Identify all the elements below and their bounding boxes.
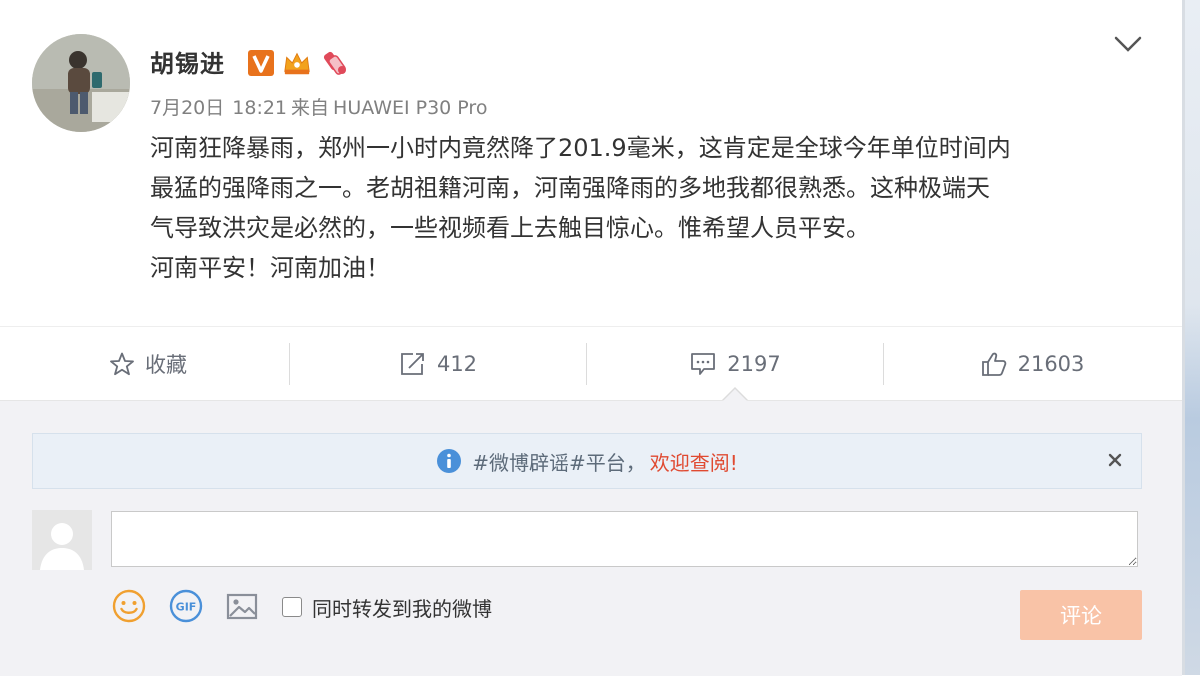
chevron-down-icon[interactable] bbox=[1112, 30, 1144, 58]
forward-to-my-weibo-option[interactable]: 同时转发到我的微博 bbox=[282, 592, 492, 622]
post-date[interactable]: 7月20日 bbox=[150, 97, 224, 119]
emoji-icon[interactable] bbox=[111, 588, 147, 624]
image-icon[interactable] bbox=[224, 588, 260, 624]
post-source[interactable]: HUAWEI P30 Pro bbox=[333, 97, 487, 119]
comment-icon bbox=[691, 353, 716, 375]
repost-icon bbox=[401, 353, 424, 375]
favorite-button[interactable]: 收藏 bbox=[0, 327, 296, 401]
thumbs-up-icon bbox=[981, 352, 1006, 376]
star-icon bbox=[110, 352, 134, 376]
weibo-post-card: 胡锡进 7月20日 18:21 来自 HUAWEI P30 Pro 河南狂降暴雨，郑州… bbox=[0, 0, 1182, 676]
page-background-strip bbox=[1182, 0, 1200, 675]
rumor-notice-banner: #微博辟谣#平台， 欢迎查阅! bbox=[32, 433, 1142, 489]
info-icon bbox=[437, 449, 462, 473]
post-content-line: 河南平安！河南加油！ bbox=[150, 254, 390, 282]
author-avatar[interactable] bbox=[32, 34, 130, 132]
notice-content: #微博辟谣#平台， 欢迎查阅! bbox=[33, 434, 1141, 488]
submit-comment-button[interactable]: 评论 bbox=[1020, 590, 1142, 640]
source-prefix: 来自 bbox=[291, 97, 330, 119]
notice-link[interactable]: 欢迎查阅! bbox=[650, 447, 738, 476]
repost-count: 412 bbox=[436, 352, 478, 376]
post-meta: 7月20日 18:21 来自 HUAWEI P30 Pro bbox=[150, 93, 495, 120]
comment-input[interactable] bbox=[111, 511, 1138, 567]
member-crown-icon[interactable] bbox=[282, 48, 312, 78]
post-content-line: 气导致洪灾是必然的，一些视频看上去触目惊心。惟希望人员平安。 bbox=[150, 214, 870, 242]
comment-count: 2197 bbox=[727, 352, 781, 376]
current-user-avatar bbox=[32, 510, 92, 570]
medal-badge-icon[interactable] bbox=[320, 48, 350, 78]
post-content: 河南狂降暴雨，郑州一小时内竟然降了201.9毫米，这肯定是全球今年单位时间内 最… bbox=[150, 128, 1150, 288]
author-name[interactable]: 胡锡进 bbox=[150, 44, 225, 79]
action-bar: 收藏 412 2197 21603 bbox=[0, 326, 1182, 401]
like-count: 21603 bbox=[1017, 352, 1085, 376]
verified-v-icon[interactable] bbox=[246, 48, 276, 78]
post-time[interactable]: 18:21 bbox=[232, 97, 287, 119]
post-content-line: 最猛的强降雨之一。老胡祖籍河南，河南强降雨的多地我都很熟悉。这种极端天 bbox=[150, 174, 990, 202]
panel-pointer-fill bbox=[723, 389, 747, 401]
post-content-line: 河南狂降暴雨，郑州一小时内竟然降了201.9毫米，这肯定是全球今年单位时间内 bbox=[150, 134, 1011, 162]
notice-text: #微博辟谣#平台， bbox=[472, 450, 646, 475]
forward-checkbox[interactable] bbox=[282, 597, 302, 617]
close-icon[interactable] bbox=[1103, 448, 1127, 472]
forward-label: 同时转发到我的微博 bbox=[312, 596, 492, 621]
svg-text:GIF: GIF bbox=[176, 601, 197, 614]
repost-button[interactable]: 412 bbox=[290, 327, 586, 401]
scroll-edge bbox=[1182, 0, 1185, 675]
favorite-label: 收藏 bbox=[145, 353, 187, 377]
like-button[interactable]: 21603 bbox=[884, 327, 1180, 401]
gif-icon[interactable]: GIF bbox=[168, 588, 204, 624]
